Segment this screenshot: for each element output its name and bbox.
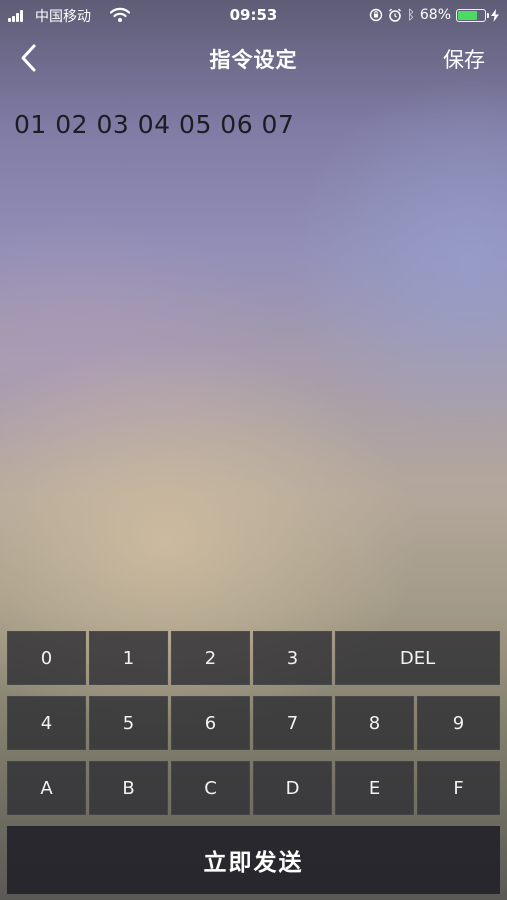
key-9[interactable]: 9: [417, 696, 500, 750]
key-2[interactable]: 2: [171, 631, 250, 685]
bluetooth-icon: ᛒ: [407, 7, 415, 23]
charging-icon: [491, 8, 499, 22]
key-5[interactable]: 5: [89, 696, 168, 750]
key-a[interactable]: A: [7, 761, 86, 815]
battery-icon: [456, 8, 489, 22]
command-display: 01 02 03 04 05 06 07: [14, 110, 295, 139]
delete-button[interactable]: DEL: [335, 631, 500, 685]
hex-keypad: 0 1 2 3 DEL 4 5 6 7 8 9 A B C D E F 立即发送: [7, 631, 500, 895]
send-now-button[interactable]: 立即发送: [7, 826, 500, 894]
battery-fill: [458, 10, 478, 20]
key-e[interactable]: E: [335, 761, 414, 815]
status-bar: 中国移动 09:53 ᛒ 68%: [0, 0, 507, 30]
key-7[interactable]: 7: [253, 696, 332, 750]
key-c[interactable]: C: [171, 761, 250, 815]
battery-percent: 68%: [419, 7, 451, 23]
nav-bar: 指令设定 保存: [0, 30, 507, 86]
orientation-lock-icon: [369, 8, 383, 22]
alarm-icon: [389, 8, 402, 22]
key-0[interactable]: 0: [7, 631, 86, 685]
key-6[interactable]: 6: [171, 696, 250, 750]
key-8[interactable]: 8: [335, 696, 414, 750]
key-3[interactable]: 3: [253, 631, 332, 685]
key-d[interactable]: D: [253, 761, 332, 815]
key-b[interactable]: B: [89, 761, 168, 815]
save-button[interactable]: 保存: [443, 44, 485, 74]
status-right-group: ᛒ 68%: [369, 6, 499, 24]
key-1[interactable]: 1: [89, 631, 168, 685]
key-4[interactable]: 4: [7, 696, 86, 750]
key-f[interactable]: F: [417, 761, 500, 815]
page-title: 指令设定: [209, 48, 298, 72]
